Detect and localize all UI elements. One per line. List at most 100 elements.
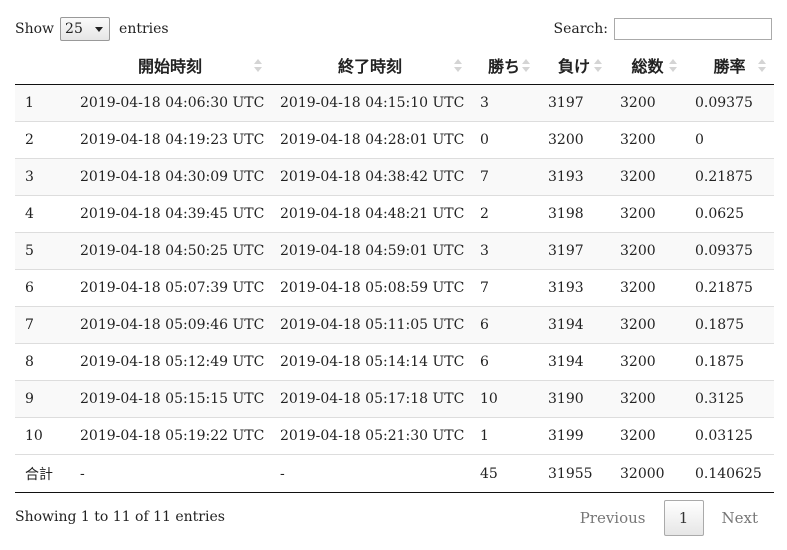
column-header-end-time[interactable]: 終了時刻: [270, 46, 470, 85]
entries-label: entries: [119, 21, 169, 37]
table-cell: 6: [470, 306, 538, 344]
column-header-total[interactable]: 総数: [610, 46, 685, 85]
table-cell: 3: [470, 84, 538, 122]
page-length-control: Show 25 entries: [15, 16, 169, 42]
table-cell: 0.09375: [685, 84, 774, 122]
column-header-win-rate[interactable]: 勝率: [685, 46, 774, 85]
table-cell: 7: [470, 158, 538, 196]
show-label: Show: [15, 21, 55, 37]
table-cell: 2019-04-18 04:06:30 UTC: [70, 84, 270, 122]
table-cell: 3: [470, 232, 538, 270]
table-cell: 3200: [610, 380, 685, 418]
table-cell: 0: [685, 121, 774, 159]
table-row: 1 2019-04-18 04:06:30 UTC 2019-04-18 04:15…: [15, 84, 774, 122]
table-cell: 2019-04-18 05:11:05 UTC: [270, 306, 470, 344]
sort-icon: [454, 59, 462, 73]
table-cell: 0.0625: [685, 195, 774, 233]
table-row: 4 2019-04-18 04:39:45 UTC 2019-04-18 04:48…: [15, 195, 774, 233]
table-cell: 0.21875: [685, 158, 774, 196]
next-page-button[interactable]: Next: [708, 509, 773, 527]
table-cell: 3190: [538, 380, 610, 418]
table-row: 5 2019-04-18 04:50:25 UTC 2019-04-18 04:59…: [15, 232, 774, 270]
table-row: 3 2019-04-18 04:30:09 UTC 2019-04-18 04:38…: [15, 158, 774, 196]
footer-cell: 31955: [538, 454, 610, 493]
table-cell: 3194: [538, 306, 610, 344]
table-cell: 3200: [610, 306, 685, 344]
footer-cell: 0.140625: [685, 454, 774, 493]
table-footer-row: 合計 - - 45 31955 32000 0.140625: [15, 454, 774, 493]
table-header-row: 開始時刻 終了時刻 勝ち 負け 総数 勝率: [15, 46, 774, 85]
footer-cell: -: [70, 454, 270, 493]
table-cell: 2019-04-18 05:09:46 UTC: [70, 306, 270, 344]
table-cell: 2019-04-18 05:07:39 UTC: [70, 269, 270, 307]
table-body: 1 2019-04-18 04:06:30 UTC 2019-04-18 04:15…: [15, 84, 774, 455]
table-row: 8 2019-04-18 05:12:49 UTC 2019-04-18 05:14…: [15, 343, 774, 381]
table-cell: 5: [15, 232, 70, 270]
page-size-select[interactable]: 25: [60, 17, 111, 41]
search-control: Search:: [553, 16, 772, 42]
table-cell: 3194: [538, 343, 610, 381]
table-cell: 2019-04-18 04:50:25 UTC: [70, 232, 270, 270]
table-cell: 2019-04-18 05:08:59 UTC: [270, 269, 470, 307]
table-cell: 7: [15, 306, 70, 344]
table-cell: 8: [15, 343, 70, 381]
table-cell: 2019-04-18 05:14:14 UTC: [270, 343, 470, 381]
table-cell: 3197: [538, 84, 610, 122]
sort-icon: [594, 59, 602, 73]
table-cell: 3200: [610, 195, 685, 233]
sort-icon: [758, 59, 766, 73]
table-cell: 3: [15, 158, 70, 196]
table-cell: 2019-04-18 04:59:01 UTC: [270, 232, 470, 270]
table-cell: 1: [15, 84, 70, 122]
footer-cell: -: [270, 454, 470, 493]
column-header-label: 開始時刻: [137, 57, 202, 76]
table-cell: 2019-04-18 04:48:21 UTC: [270, 195, 470, 233]
table-cell: 0.09375: [685, 232, 774, 270]
table-cell: 0.21875: [685, 269, 774, 307]
table-cell: 2019-04-18 04:39:45 UTC: [70, 195, 270, 233]
footer-cell: 32000: [610, 454, 685, 493]
table-cell: 2019-04-18 04:38:42 UTC: [270, 158, 470, 196]
table-cell: 2019-04-18 04:19:23 UTC: [70, 121, 270, 159]
table-cell: 3200: [610, 121, 685, 159]
table-row: 2 2019-04-18 04:19:23 UTC 2019-04-18 04:28…: [15, 121, 774, 159]
table-info: Showing 1 to 11 of 11 entries: [15, 509, 225, 525]
pagination: Previous 1 Next: [566, 499, 772, 537]
table-cell: 10: [15, 417, 70, 455]
column-header-label: 勝率: [713, 57, 746, 76]
table-cell: 3200: [610, 343, 685, 381]
page-size-value: 25: [65, 21, 83, 37]
previous-page-button[interactable]: Previous: [566, 509, 660, 527]
table-cell: 2019-04-18 05:15:15 UTC: [70, 380, 270, 418]
table-cell: 0.1875: [685, 343, 774, 381]
column-header-start-time[interactable]: 開始時刻: [70, 46, 270, 85]
table-cell: 0.1875: [685, 306, 774, 344]
table-cell: 3200: [610, 158, 685, 196]
column-header-label: 負け: [557, 57, 590, 76]
table-cell: 2: [15, 121, 70, 159]
table-cell: 2019-04-18 05:12:49 UTC: [70, 343, 270, 381]
column-header-losses[interactable]: 負け: [538, 46, 610, 85]
table-cell: 2019-04-18 04:15:10 UTC: [270, 84, 470, 122]
table-cell: 3193: [538, 158, 610, 196]
table-row: 6 2019-04-18 05:07:39 UTC 2019-04-18 05:08…: [15, 269, 774, 307]
table-cell: 10: [470, 380, 538, 418]
sort-icon: [669, 59, 677, 73]
column-header-label: 総数: [631, 57, 664, 76]
table-cell: 3198: [538, 195, 610, 233]
search-input[interactable]: [614, 18, 772, 40]
page-1-button[interactable]: 1: [663, 500, 704, 536]
results-table: 開始時刻 終了時刻 勝ち 負け 総数 勝率 1 2019-04-18 04:06:…: [15, 46, 774, 493]
table-cell: 2: [470, 195, 538, 233]
column-header-wins[interactable]: 勝ち: [470, 46, 538, 85]
search-label: Search:: [553, 21, 609, 37]
table-cell: 0.03125: [685, 417, 774, 455]
table-cell: 3200: [610, 269, 685, 307]
table-cell: 3200: [538, 121, 610, 159]
table-cell: 7: [470, 269, 538, 307]
table-cell: 9: [15, 380, 70, 418]
table-cell: 1: [470, 417, 538, 455]
table-cell: 0.3125: [685, 380, 774, 418]
sort-icon: [522, 59, 530, 73]
table-cell: 3199: [538, 417, 610, 455]
